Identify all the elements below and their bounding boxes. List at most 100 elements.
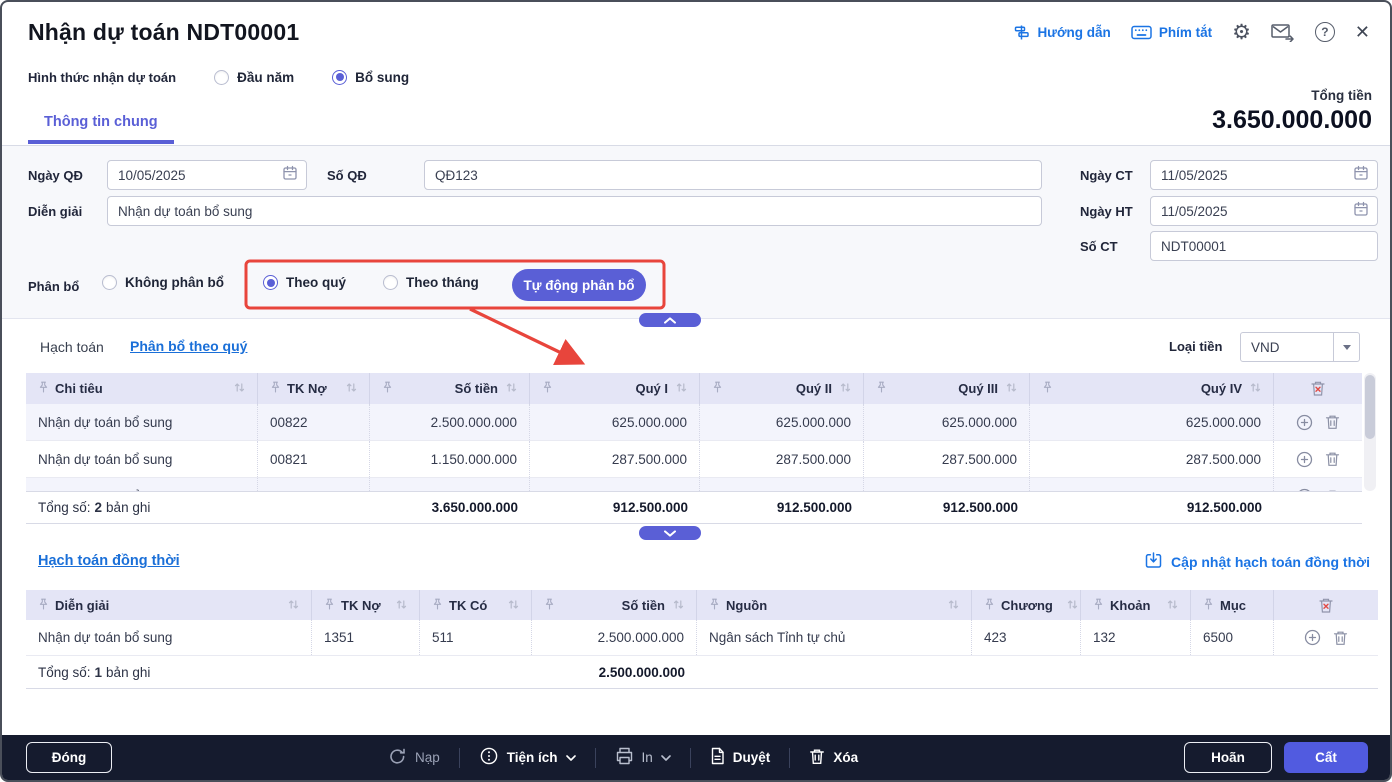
- col-header-khoan[interactable]: Khoản: [1081, 590, 1191, 620]
- footer-actions-group: Nạp Tiện ích In: [388, 735, 858, 780]
- calendar-icon[interactable]: [1353, 165, 1369, 186]
- col-header-tk-co[interactable]: TK Có: [420, 590, 532, 620]
- approve-button[interactable]: Duyệt: [710, 747, 771, 768]
- cell-chi-tieu: Nhận dự toán bổ sung: [26, 441, 258, 477]
- refresh-icon: [388, 747, 407, 769]
- dropdown-arrow-segment: [1333, 333, 1359, 361]
- radio-dau-nam[interactable]: Đầu năm: [214, 70, 294, 85]
- hach-toan-label: Hạch toán: [40, 339, 104, 355]
- radio-theo-thang[interactable]: Theo tháng: [383, 275, 479, 290]
- print-button[interactable]: In: [615, 747, 671, 768]
- cell-tk-no: 00821: [258, 441, 370, 477]
- pin-icon[interactable]: [544, 598, 555, 613]
- radio-label: Theo tháng: [406, 275, 479, 290]
- dien-giai-input[interactable]: [108, 197, 1041, 225]
- accounting-table-summary: Tổng số: 2 bản ghi 3.650.000.000 912.500…: [26, 491, 1362, 524]
- pin-icon[interactable]: [1042, 381, 1053, 396]
- col-header-chi-tieu[interactable]: Chi tiêu: [26, 373, 258, 404]
- approve-label: Duyệt: [733, 750, 771, 765]
- trash-delete-all-icon[interactable]: [1310, 380, 1326, 397]
- ngay-qd-input[interactable]: [108, 161, 282, 189]
- utilities-button[interactable]: Tiện ích: [479, 746, 576, 769]
- radio-theo-quy[interactable]: Theo quý: [263, 275, 346, 290]
- ngay-ht-input[interactable]: [1151, 197, 1353, 225]
- reload-button[interactable]: Nạp: [388, 747, 440, 769]
- col-header-quy-2[interactable]: Quý II: [700, 373, 864, 404]
- col-header-quy-4[interactable]: Quý IV: [1030, 373, 1274, 404]
- table-row[interactable]: Nhận dự toán bổ sung 1351 511 2.500.000.…: [26, 620, 1378, 656]
- ngay-ct-input[interactable]: [1151, 161, 1353, 189]
- so-qd-input[interactable]: [425, 161, 1041, 189]
- add-circle-icon[interactable]: [1296, 414, 1313, 431]
- add-circle-icon[interactable]: [1296, 451, 1313, 468]
- col-header-so-tien[interactable]: Số tiền: [370, 373, 530, 404]
- pin-icon[interactable]: [38, 381, 49, 396]
- pin-icon[interactable]: [324, 598, 335, 613]
- close-button[interactable]: Đóng: [26, 742, 112, 773]
- col-header-chuong[interactable]: Chương: [972, 590, 1081, 620]
- col-header-nguon[interactable]: Nguồn: [697, 590, 972, 620]
- table-scrollbar[interactable]: [1364, 373, 1376, 491]
- col-header-quy-3[interactable]: Quý III: [864, 373, 1030, 404]
- shortcut-link[interactable]: Phím tắt: [1131, 25, 1212, 40]
- postpone-button[interactable]: Hoãn: [1184, 742, 1272, 773]
- radio-bo-sung[interactable]: Bổ sung: [332, 70, 409, 85]
- col-header-muc[interactable]: Mục: [1191, 590, 1274, 620]
- simultaneous-table-summary: Tổng số: 1 bản ghi 2.500.000.000: [26, 656, 1378, 689]
- table-row[interactable]: Nhận dự toán bổ sung 00822 2.500.000.000…: [26, 404, 1362, 441]
- pin-icon[interactable]: [712, 381, 723, 396]
- delete-button[interactable]: Xóa: [809, 748, 858, 768]
- trash-icon[interactable]: [1325, 451, 1340, 467]
- currency-select[interactable]: VND: [1240, 332, 1360, 362]
- add-circle-icon[interactable]: [1296, 488, 1313, 491]
- trash-delete-all-icon[interactable]: [1318, 597, 1334, 614]
- mail-send-icon[interactable]: [1271, 23, 1295, 42]
- trash-icon[interactable]: [1325, 414, 1340, 430]
- table-row-clipped[interactable]: Nhận dự toán bổ sung 00820: [26, 478, 1362, 491]
- col-header-quy-1[interactable]: Quý I: [530, 373, 700, 404]
- gear-icon[interactable]: ⚙: [1232, 22, 1251, 43]
- pin-icon[interactable]: [270, 381, 281, 396]
- calendar-icon[interactable]: [1353, 201, 1369, 222]
- auto-allocate-button[interactable]: Tự động phân bổ: [512, 269, 646, 301]
- currency-value: VND: [1241, 340, 1333, 355]
- allocation-by-quarter-link[interactable]: Phân bổ theo quý: [130, 338, 247, 354]
- pin-icon[interactable]: [709, 598, 720, 613]
- save-button[interactable]: Cất: [1284, 742, 1368, 773]
- pin-icon[interactable]: [1203, 598, 1214, 613]
- tab-general-info[interactable]: Thông tin chung: [28, 114, 174, 144]
- pin-icon[interactable]: [876, 381, 887, 396]
- col-header-tk-no[interactable]: TK Nợ: [312, 590, 420, 620]
- trash-icon[interactable]: [1333, 630, 1348, 646]
- help-icon[interactable]: ?: [1315, 22, 1335, 42]
- add-circle-icon[interactable]: [1304, 629, 1321, 646]
- pin-icon[interactable]: [1093, 598, 1104, 613]
- col-header-dien-giai[interactable]: Diễn giải: [26, 590, 312, 620]
- cell-quy-4: [1030, 478, 1274, 491]
- pin-icon[interactable]: [382, 381, 393, 396]
- trash-icon[interactable]: [1325, 489, 1340, 492]
- scrollbar-thumb[interactable]: [1365, 375, 1375, 439]
- col-header-tk-no[interactable]: TK Nợ: [258, 373, 370, 404]
- total-amount-label: Tổng tiền: [1212, 88, 1372, 103]
- simultaneous-accounting-link[interactable]: Hạch toán đồng thời: [38, 553, 180, 569]
- guide-link[interactable]: Hướng dẫn: [1013, 24, 1110, 41]
- update-simultaneous-link[interactable]: Cập nhật hạch toán đồng thời: [1145, 552, 1370, 572]
- divider: [459, 748, 460, 768]
- sort-icon: [396, 598, 407, 613]
- calendar-icon[interactable]: [282, 165, 298, 186]
- collapse-up-pill[interactable]: [639, 313, 701, 327]
- table-row[interactable]: Nhận dự toán bổ sung 00821 1.150.000.000…: [26, 441, 1362, 478]
- collapse-down-pill[interactable]: [639, 526, 701, 540]
- col-header-actions: [1274, 373, 1362, 404]
- pin-icon[interactable]: [38, 598, 49, 613]
- cell-so-tien: 1.150.000.000: [370, 441, 530, 477]
- sort-icon: [1250, 381, 1261, 396]
- pin-icon[interactable]: [984, 598, 995, 613]
- pin-icon[interactable]: [542, 381, 553, 396]
- close-icon[interactable]: ✕: [1355, 22, 1370, 43]
- so-ct-input[interactable]: [1151, 232, 1377, 260]
- col-header-so-tien[interactable]: Số tiền: [532, 590, 697, 620]
- pin-icon[interactable]: [432, 598, 443, 613]
- radio-khong-phan-bo[interactable]: Không phân bổ: [102, 275, 224, 290]
